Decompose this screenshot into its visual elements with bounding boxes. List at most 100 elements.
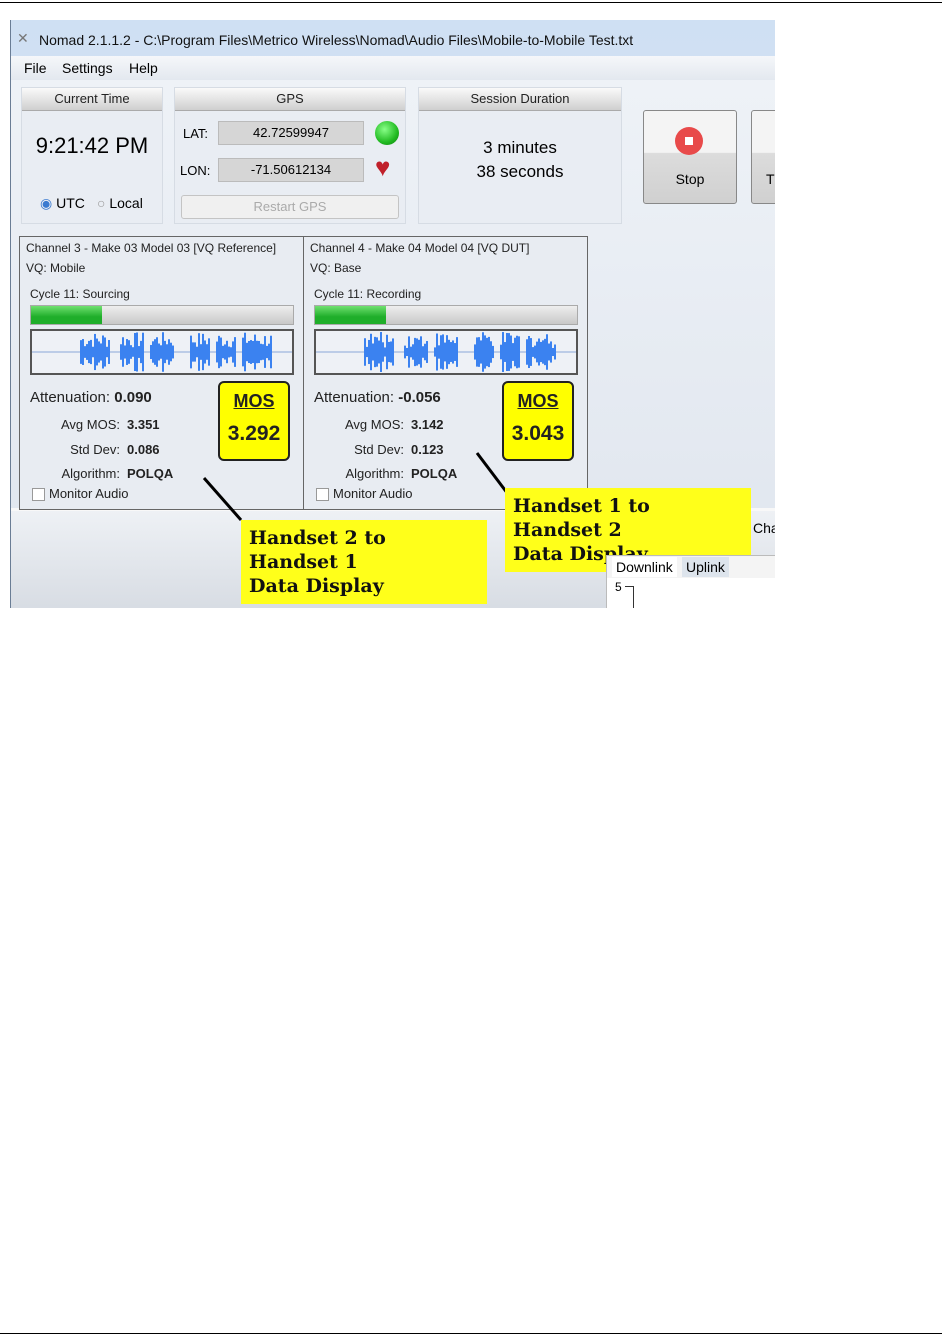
checkbox-icon (32, 488, 45, 502)
waveform-sample (164, 340, 166, 364)
waveform-sample (264, 336, 266, 368)
stop-icon (675, 127, 703, 155)
local-label: Local (109, 195, 143, 211)
waveform-sample (92, 346, 94, 358)
mos-value: 3.292 (227, 422, 281, 445)
waveform-sample (152, 341, 154, 363)
waveform-sample (492, 345, 494, 359)
waveform-sample (474, 344, 476, 360)
algorithm-label: Algorithm: (61, 466, 120, 481)
monitor-audio-checkbox[interactable]: Monitor Audio (32, 486, 129, 502)
axis-tick: 5 (615, 580, 622, 594)
avg-mos-value: 3.142 (411, 417, 444, 432)
avg-mos-label: Avg MOS: (344, 417, 404, 432)
waveform-sample (378, 340, 380, 364)
second-button[interactable]: T (751, 110, 775, 204)
waveform-sample (170, 342, 172, 362)
waveform-sample (482, 332, 484, 372)
waveform-sample (108, 340, 110, 364)
app-logo-icon: ✕ (17, 30, 29, 46)
callout-left-line1: Handset 2 to Handset 1 (249, 527, 386, 573)
waveform-sample (424, 343, 426, 361)
waveform-sample (194, 342, 196, 362)
utc-radio[interactable]: ◉ UTC (40, 195, 85, 212)
gps-panel: GPS LAT: 42.72599947 LON: -71.50612134 ♥… (174, 87, 406, 224)
monitor-audio-checkbox[interactable]: Monitor Audio (316, 486, 413, 502)
restart-gps-button[interactable]: Restart GPS (181, 195, 399, 219)
callout-handset2-to-1: Handset 2 to Handset 1 Data Display (241, 520, 487, 604)
waveform-sample (500, 344, 502, 360)
waveform-sample (196, 346, 198, 358)
checkbox-icon (316, 488, 329, 502)
waveform-sample (456, 337, 458, 367)
callout-line-left (202, 477, 243, 521)
menu-settings[interactable]: Settings (62, 60, 113, 76)
waveform-sample (134, 332, 136, 372)
waveform-sample (480, 340, 482, 364)
waveform-sample (226, 340, 228, 364)
waveform-sample (526, 339, 528, 365)
algorithm-label: Algorithm: (345, 466, 404, 481)
waveform-sample (538, 338, 540, 366)
waveform-sample (94, 333, 96, 371)
menu-file[interactable]: File (24, 60, 47, 76)
waveform-sample (260, 343, 262, 361)
waveform-sample (262, 344, 264, 360)
mos-box: MOS 3.043 (502, 381, 574, 461)
chart-tab-partial[interactable]: Cha (753, 520, 775, 536)
waveform-sample (104, 337, 106, 367)
mos-value: 3.043 (511, 422, 565, 445)
stop-label: Stop (675, 171, 705, 187)
waveform-sample (486, 337, 488, 367)
waveform (314, 329, 578, 375)
gps-header: GPS (175, 88, 405, 111)
session-minutes: 3 minutes (483, 138, 557, 157)
waveform-sample (502, 332, 504, 372)
waveform-sample (122, 337, 124, 367)
waveform-sample (504, 342, 506, 362)
waveform-sample (546, 334, 548, 370)
channel-title: Channel 3 - Make 03 Model 03 [VQ Referen… (26, 241, 277, 255)
waveform-sample (392, 338, 394, 366)
tab-downlink[interactable]: Downlink (612, 557, 677, 577)
radio-empty-icon: ○ (97, 195, 106, 211)
waveform-sample (136, 332, 138, 372)
waveform-sample (168, 339, 170, 365)
attenuation-label: Attenuation: (30, 389, 111, 406)
waveform-sample (540, 341, 542, 363)
heartbeat-icon: ♥ (375, 152, 391, 182)
waveform-sample (454, 343, 456, 361)
std-dev-value: 0.086 (127, 442, 160, 457)
waveform-sample (478, 337, 480, 367)
avg-mos-value: 3.351 (127, 417, 160, 432)
waveform-sample (88, 340, 90, 364)
lat-label: LAT: (183, 126, 209, 141)
waveform-sample (268, 343, 270, 361)
waveform-sample (382, 342, 384, 362)
progress-fill (31, 306, 102, 324)
bottom-rule (0, 1333, 942, 1334)
waveform-sample (162, 332, 164, 372)
waveform-sample (436, 333, 438, 371)
waveform-sample (488, 336, 490, 368)
waveform-sample (102, 335, 104, 369)
stop-button[interactable]: Stop (643, 110, 737, 204)
monitor-audio-label: Monitor Audio (49, 486, 129, 501)
waveform-sample (422, 346, 424, 358)
progress-fill (315, 306, 386, 324)
waveform-sample (408, 336, 410, 368)
waveform-sample (266, 345, 268, 359)
waveform-sample (506, 332, 508, 372)
waveform-sample (192, 342, 194, 362)
waveform-sample (80, 340, 82, 364)
menu-help[interactable]: Help (129, 60, 158, 76)
waveform-sample (508, 333, 510, 371)
waveform-sample (530, 338, 532, 366)
local-radio[interactable]: ○ Local (97, 195, 143, 211)
waveform-sample (232, 341, 234, 363)
waveform-sample (216, 341, 218, 363)
tab-uplink[interactable]: Uplink (682, 557, 729, 577)
waveform-sample (410, 346, 412, 358)
window-title: Nomad 2.1.1.2 - C:\Program Files\Metrico… (39, 32, 634, 48)
waveform-sample (246, 342, 248, 362)
